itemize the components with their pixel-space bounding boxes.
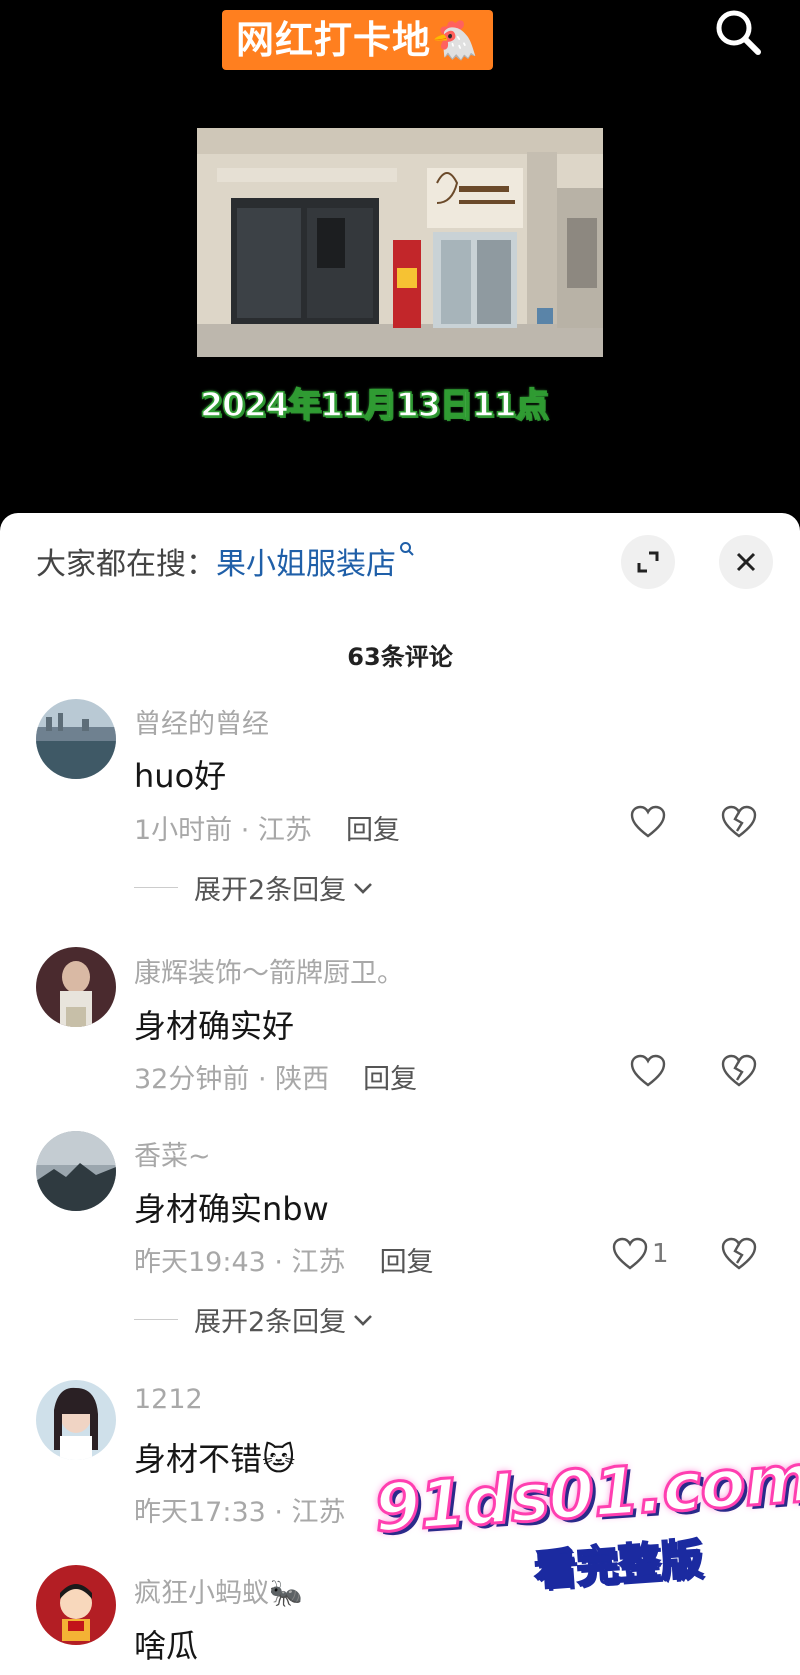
trending-search[interactable]: 大家都在搜：果小姐服装店 xyxy=(36,539,415,583)
trending-search-term[interactable]: 果小姐服装店 xyxy=(216,547,396,582)
reply-button[interactable]: 回复 xyxy=(346,815,400,846)
comment-time-location: 昨天17:33 · 江苏 xyxy=(134,1497,346,1528)
divider xyxy=(134,1319,178,1320)
close-icon xyxy=(736,552,756,572)
heart-icon xyxy=(630,805,666,838)
comment-author[interactable]: 香菜~ xyxy=(134,1134,211,1173)
search-button[interactable] xyxy=(710,4,766,60)
avatar[interactable] xyxy=(36,1380,116,1460)
avatar[interactable] xyxy=(36,1131,116,1211)
comment-author[interactable]: 曾经的曾经 xyxy=(134,702,269,741)
watermark-domain: 91ds01.com xyxy=(370,1438,800,1548)
comment-author[interactable]: 疯狂小蚂蚁🐜 xyxy=(134,1571,303,1610)
video-frame-storefront xyxy=(197,128,603,357)
broken-heart-icon xyxy=(721,1237,757,1270)
dislike-button[interactable] xyxy=(721,1054,757,1092)
comment-author[interactable]: 康辉装饰～箭牌厨卫。 xyxy=(134,951,404,990)
broken-heart-icon xyxy=(721,805,757,838)
expand-button[interactable] xyxy=(621,535,675,589)
watermark-overlay: 91ds01.com 看完整版 xyxy=(370,1438,800,1595)
comment-count: 63条评论 xyxy=(347,643,453,671)
reply-button[interactable]: 回复 xyxy=(363,1064,417,1095)
comment-text: 身材不错🐱 xyxy=(134,1440,296,1478)
search-icon xyxy=(716,10,761,55)
comment-text: huo好 xyxy=(134,757,227,795)
comment-meta: 昨天17:33 · 江苏 xyxy=(134,1490,346,1529)
comment-time-location: 1小时前 · 江苏 xyxy=(134,815,312,846)
dislike-button[interactable] xyxy=(721,805,757,843)
trending-search-prefix: 大家都在搜： xyxy=(36,547,216,582)
chevron-down-icon xyxy=(354,1314,373,1326)
comment-meta: 1小时前 · 江苏 回复 xyxy=(134,808,400,847)
close-button[interactable] xyxy=(719,535,773,589)
video-tag: 网红打卡地🐔 xyxy=(222,10,494,70)
expand-replies-label: 展开2条回复 xyxy=(194,1307,347,1338)
like-button[interactable] xyxy=(630,1054,670,1088)
expand-replies-label: 展开2条回复 xyxy=(194,875,347,906)
comment-meta: 32分钟前 · 陕西 回复 xyxy=(134,1057,417,1096)
watermark-subtitle: 看完整版 xyxy=(532,1533,705,1596)
expand-replies[interactable]: 展开2条回复 xyxy=(134,1300,374,1339)
avatar[interactable] xyxy=(36,1565,116,1645)
comment-time-location: 昨天19:43 · 江苏 xyxy=(134,1247,346,1278)
comment-text: 身材确实nbw xyxy=(134,1190,329,1228)
comment-sheet-header: 大家都在搜：果小姐服装店 xyxy=(0,513,800,603)
avatar[interactable] xyxy=(36,947,116,1027)
like-count: 1 xyxy=(652,1239,669,1269)
comment-text: 啥瓜 xyxy=(134,1627,199,1665)
comment-time-location: 32分钟前 · 陕西 xyxy=(134,1064,330,1095)
search-small-icon xyxy=(400,542,414,556)
comment-meta: 昨天19:43 · 江苏 回复 xyxy=(134,1240,434,1279)
reply-button[interactable]: 回复 xyxy=(380,1247,434,1278)
comment-text: 身材确实好 xyxy=(134,1007,295,1045)
dislike-button[interactable] xyxy=(721,1237,757,1275)
like-button[interactable]: 1 xyxy=(612,1237,669,1271)
like-button[interactable] xyxy=(630,805,670,839)
video-date-caption: 2024年11月13日11点 xyxy=(199,384,549,425)
avatar[interactable] xyxy=(36,699,116,779)
heart-icon xyxy=(612,1237,648,1270)
broken-heart-icon xyxy=(721,1054,757,1087)
chevron-down-icon xyxy=(354,882,373,894)
video-player[interactable]: 网红打卡地🐔 2024年11月13日11点 xyxy=(0,0,800,520)
comment-author[interactable]: 1212 xyxy=(134,1384,203,1415)
divider xyxy=(134,887,178,888)
heart-icon xyxy=(630,1054,666,1087)
expand-icon xyxy=(637,551,659,573)
expand-replies[interactable]: 展开2条回复 xyxy=(134,868,374,907)
